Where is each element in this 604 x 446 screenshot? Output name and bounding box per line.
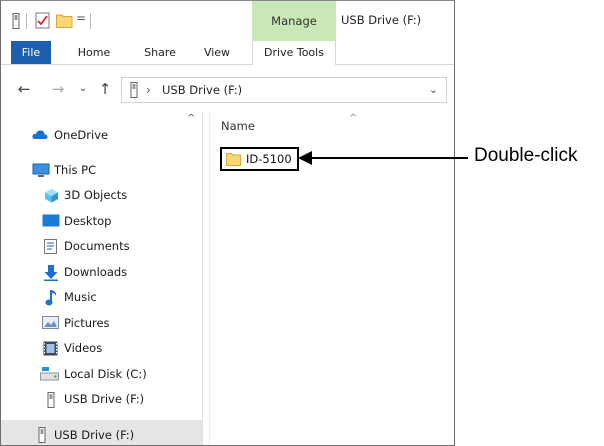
folder-icon [226, 152, 241, 169]
tab-share[interactable]: Share [137, 41, 183, 64]
tab-view[interactable]: View [197, 41, 237, 64]
nav-item-label: USB Drive (F:) [54, 428, 135, 442]
navigation-pane: ^ OneDrive This PC 3D Objects Desktop Do… [1, 113, 203, 445]
breadcrumb-separator-icon[interactable]: › [146, 78, 151, 102]
explorer-window: = Manage USB Drive (F:) File Home Share … [0, 0, 455, 446]
nav-item-this-pc[interactable]: This PC [1, 158, 197, 182]
nav-item-label: Videos [64, 341, 103, 355]
nav-item-documents[interactable]: Documents [1, 234, 197, 258]
nav-item-local-disk[interactable]: Local Disk (C:) [1, 362, 197, 386]
back-arrow-icon[interactable]: ← [15, 79, 33, 99]
download-icon [43, 265, 59, 281]
nav-item-music[interactable]: Music [1, 285, 197, 309]
nav-item-label: Desktop [64, 214, 112, 228]
nav-item-label: 3D Objects [64, 188, 128, 202]
nav-item-label: This PC [54, 163, 97, 177]
properties-icon[interactable] [35, 12, 51, 32]
folder-name: ID-5100 [246, 152, 292, 166]
manage-label: Manage [271, 14, 317, 28]
computer-icon [32, 163, 50, 177]
qat-divider [26, 13, 27, 29]
nav-item-label: Downloads [64, 265, 128, 279]
desktop-icon [42, 214, 60, 228]
document-icon [44, 239, 60, 254]
chevron-down-icon[interactable]: ⌄ [429, 78, 438, 102]
tab-file[interactable]: File [11, 41, 51, 64]
music-icon [45, 290, 61, 306]
nav-item-downloads[interactable]: Downloads [1, 260, 197, 284]
nav-item-usb-drive-root[interactable]: USB Drive (F:) [1, 420, 202, 445]
breadcrumb-path[interactable]: USB Drive (F:) [162, 78, 242, 102]
nav-item-videos[interactable]: Videos [1, 336, 197, 360]
ribbon-tabs: File Home Share View Drive Tools [1, 41, 454, 65]
disk-icon [40, 367, 59, 381]
usb-drive-icon [129, 82, 139, 101]
title-bar: = Manage USB Drive (F:) [1, 1, 454, 41]
navigation-row: ← → ⌄ ↑ › USB Drive (F:) ⌄ [1, 75, 454, 105]
customize-qat-icon[interactable]: = [76, 11, 86, 25]
column-header-name[interactable]: Name [221, 119, 255, 133]
nav-item-desktop[interactable]: Desktop [1, 209, 197, 233]
nav-item-onedrive[interactable]: OneDrive [1, 123, 197, 147]
sort-ascending-icon: ^ [349, 113, 358, 124]
manage-tab[interactable]: Manage [252, 1, 336, 41]
nav-item-label: Pictures [64, 316, 110, 330]
nav-item-usb-drive[interactable]: USB Drive (F:) [1, 387, 197, 411]
video-icon [43, 341, 59, 356]
nav-item-label: Documents [64, 239, 130, 253]
callout-arrow-line [300, 157, 468, 159]
window-title: USB Drive (F:) [341, 13, 422, 27]
up-arrow-icon[interactable]: ↑ [96, 79, 114, 99]
nav-item-label: Local Disk (C:) [64, 367, 147, 381]
pictures-icon [42, 316, 59, 330]
callout-arrowhead-icon [298, 151, 312, 165]
nav-item-label: Music [64, 290, 97, 304]
recent-locations-chevron-icon[interactable]: ⌄ [77, 79, 89, 99]
tab-drive-tools[interactable]: Drive Tools [252, 41, 336, 65]
cloud-icon [32, 128, 48, 142]
forward-arrow-icon[interactable]: → [49, 79, 67, 99]
pane-splitter[interactable] [209, 113, 210, 445]
nav-item-pictures[interactable]: Pictures [1, 311, 197, 335]
cube-icon [44, 188, 60, 203]
new-folder-icon[interactable] [56, 13, 73, 31]
nav-item-label: USB Drive (F:) [64, 392, 145, 406]
qat-divider [90, 13, 91, 29]
nav-item-label: OneDrive [54, 128, 109, 142]
usb-drive-icon [37, 427, 53, 443]
address-bar[interactable]: › USB Drive (F:) ⌄ [121, 77, 447, 103]
usb-drive-icon [46, 392, 62, 408]
usb-drive-icon [11, 13, 21, 32]
folder-item[interactable]: ID-5100 [220, 147, 299, 171]
nav-item-3d-objects[interactable]: 3D Objects [1, 183, 197, 207]
tab-home[interactable]: Home [71, 41, 117, 64]
callout-text: Double-click [474, 145, 578, 166]
